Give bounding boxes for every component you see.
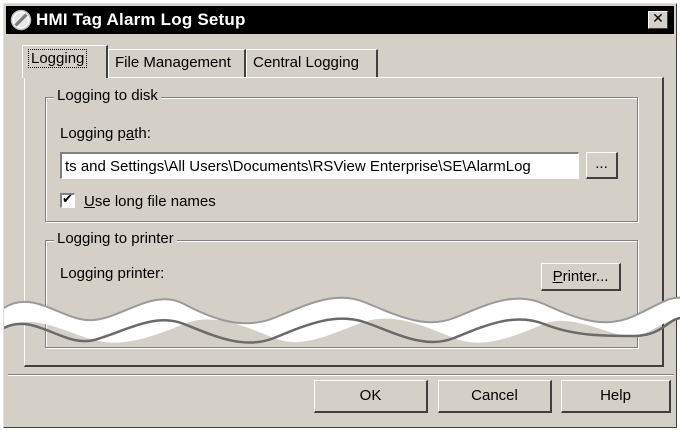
tab-logging[interactable]: Logging bbox=[22, 45, 108, 78]
footer-divider bbox=[8, 374, 674, 376]
tab-central-logging[interactable]: Central Logging bbox=[246, 49, 378, 77]
close-icon: ✕ bbox=[652, 11, 664, 27]
alarm-log-setup-dialog: HMI Tag Alarm Log Setup ✕ Logging File M… bbox=[3, 3, 680, 428]
logging-path-input[interactable] bbox=[60, 152, 579, 179]
logging-path-label: Logging path: bbox=[60, 125, 151, 142]
logging-to-disk-group: Logging to disk Logging path: ... ✔ Use … bbox=[45, 87, 638, 222]
title-bar[interactable]: HMI Tag Alarm Log Setup ✕ bbox=[6, 6, 674, 34]
torn-edge-wave bbox=[4, 296, 680, 344]
tab-file-management-label: File Management bbox=[115, 54, 231, 71]
window-title: HMI Tag Alarm Log Setup bbox=[36, 10, 246, 29]
checkmark-icon: ✔ bbox=[62, 192, 73, 207]
browse-path-button[interactable]: ... bbox=[586, 152, 618, 179]
long-file-names-checkbox[interactable]: ✔ bbox=[60, 192, 75, 208]
help-button[interactable]: Help bbox=[561, 380, 671, 413]
logging-to-printer-title: Logging to printer bbox=[54, 230, 177, 247]
no-entry-icon bbox=[10, 9, 32, 31]
cancel-button[interactable]: Cancel bbox=[438, 380, 552, 413]
logging-to-disk-title: Logging to disk bbox=[54, 87, 161, 104]
tab-file-management[interactable]: File Management bbox=[108, 49, 246, 77]
long-file-names-label[interactable]: Use long file names bbox=[84, 193, 216, 210]
close-button[interactable]: ✕ bbox=[648, 11, 668, 29]
tab-central-logging-label: Central Logging bbox=[253, 54, 359, 71]
ok-button[interactable]: OK bbox=[314, 380, 428, 413]
tab-logging-label: Logging bbox=[27, 49, 88, 68]
